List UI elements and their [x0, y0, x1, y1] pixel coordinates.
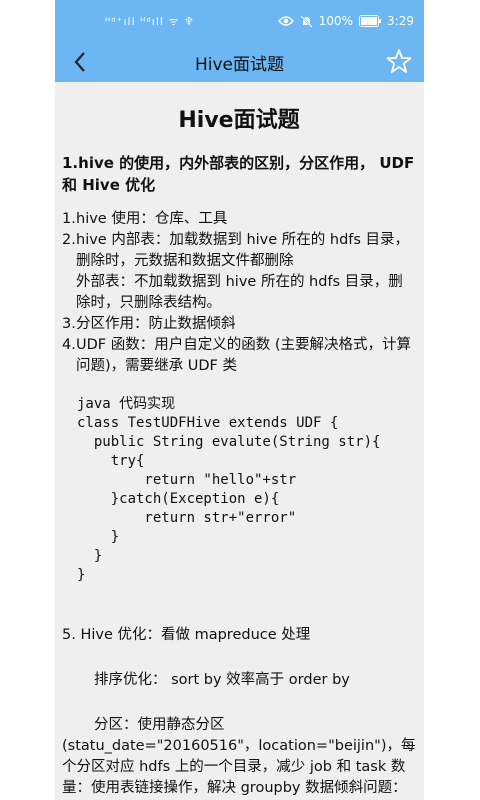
list-item: 3. 分区作用：防止数据倾斜	[62, 314, 416, 335]
eye-icon	[277, 16, 294, 26]
partition-body-text: (statu_date="20160516"，location="beijin"…	[62, 738, 416, 796]
battery-percent: 100%	[318, 14, 354, 28]
list-number: 1.	[62, 211, 76, 227]
list-text: hive 使用：仓库、工具	[76, 211, 228, 227]
mute-bell-icon	[300, 14, 313, 28]
article-content: Hive面试题 1.hive 的使用，内外部表的区别，分区作用， UDF 和 H…	[55, 82, 424, 800]
phone-screen: ᴴᵈ⁺ıll ᴴᵈıll ᯤ ♆ 100% 3:29 Hive面试题 Hive面…	[55, 0, 424, 800]
app-bar-title: Hive面试题	[194, 54, 285, 75]
status-bar: ᴴᵈ⁺ıll ᴴᵈıll ᯤ ♆ 100% 3:29	[55, 0, 424, 42]
list-item: 2. hive 内部表：加载数据到 hive 所在的 hdfs 目录，删除时，元…	[62, 230, 416, 272]
clock: 3:29	[387, 14, 414, 28]
article-title: Hive面试题	[178, 108, 300, 133]
list-item: 4. UDF 函数：用户自定义的函数 (主要解决格式，计算问题)，需要继承 UD…	[62, 335, 416, 377]
back-arrow-icon[interactable]	[69, 50, 93, 74]
list-item: 1. hive 使用：仓库、工具	[62, 209, 416, 230]
list-item: 外部表：不加载数据到 hive 所在的 hdfs 目录，删除时，只删除表结构。	[62, 272, 416, 314]
sort-optimization-text: 排序优化： sort by 效率高于 order by	[94, 672, 350, 688]
optimization-item: 5. Hive 优化：看做 mapreduce 处理	[62, 627, 311, 643]
signal-wifi-icons: ᴴᵈ⁺ıll ᴴᵈıll ᯤ ♆	[105, 15, 195, 28]
battery-icon	[359, 15, 382, 27]
partition-heading-text: 分区：使用静态分区	[94, 717, 225, 733]
app-bar: Hive面试题	[55, 42, 424, 82]
list-text: UDF 函数：用户自定义的函数 (主要解决格式，计算问题)，需要继承 UDF 类	[76, 337, 411, 374]
list-number: 3.	[62, 316, 76, 332]
list-text: 外部表：不加载数据到 hive 所在的 hdfs 目录，删除时，只删除表结构。	[76, 274, 403, 311]
answer-list: 1. hive 使用：仓库、工具 2. hive 内部表：加载数据到 hive …	[62, 209, 416, 377]
list-number: 2.	[62, 232, 76, 248]
list-number	[62, 272, 76, 314]
section-heading: 1.hive 的使用，内外部表的区别，分区作用， UDF 和 Hive 优化	[62, 154, 415, 194]
favorite-star-icon[interactable]	[386, 48, 412, 74]
code-block: java 代码实现 class TestUDFHive extends UDF …	[77, 396, 381, 583]
list-text: 分区作用：防止数据倾斜	[76, 316, 236, 332]
list-text: hive 内部表：加载数据到 hive 所在的 hdfs 目录，删除时，元数据和…	[76, 232, 410, 269]
list-number: 4.	[62, 337, 76, 353]
